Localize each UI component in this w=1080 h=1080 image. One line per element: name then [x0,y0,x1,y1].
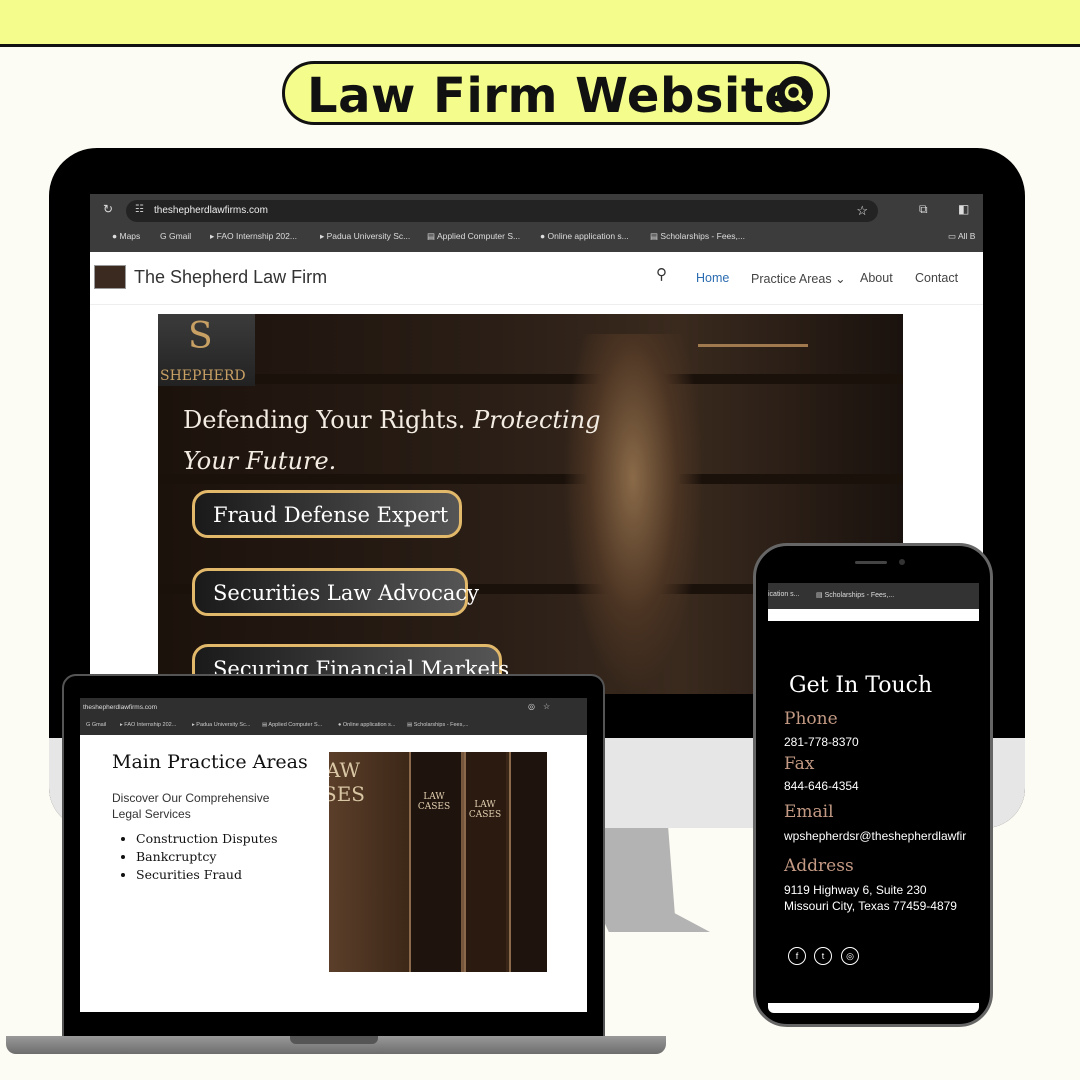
book-label-3: AW SES [329,758,366,806]
extensions-icon[interactable]: ⧉ [919,202,928,217]
book-label-2: LAW CASES [468,800,502,820]
laptop-screen: theshepherdlawfirms.com ◎ ☆ G Gmail ▸ FA… [80,698,587,1012]
site-logo[interactable] [94,265,126,289]
practice-list: Construction Disputes Bankcruptcy Securi… [96,830,278,884]
logo-text: SHEPHERD [160,368,246,384]
phone-speaker [855,561,887,564]
phone-number[interactable]: 281-778-8370 [784,735,859,749]
fraud-defense-button[interactable]: Fraud Defense Expert [192,490,462,538]
address-bar[interactable]: ☷ theshepherdlawfirms.com ☆ [126,200,878,222]
phone-bookmarks-bar: ication s... ▤ Scholarships - Fees,... [768,583,979,609]
scales-icon [698,344,808,497]
bookmark-all[interactable]: ▭ All B [948,231,975,242]
practice-item-bankruptcy[interactable]: Bankcruptcy [136,848,278,866]
phone-white-strip [768,609,979,621]
law-books-image: LAW CASES LAW CASES AW SES [329,752,547,972]
phone-label: Phone [784,709,838,729]
url-text: theshepherdlawfirms.com [154,205,268,216]
bookmark-online[interactable]: ● Online application s... [540,231,629,241]
phone-notch [813,553,933,573]
monitor-stand [600,828,710,932]
site-navbar: The Shepherd Law Firm ⚲ Home Practice Ar… [90,252,983,305]
address-label: Address [784,856,854,876]
laptop-bookmark-applied[interactable]: ▤ Applied Computer S... [262,722,322,728]
bookmark-maps[interactable]: ● Maps [112,231,140,241]
bookmark-gmail[interactable]: G Gmail [160,231,191,241]
bookmark-scholarships[interactable]: ▤ Scholarships - Fees,... [650,231,745,242]
securities-law-button[interactable]: Securities Law Advocacy [192,568,479,616]
phone-camera [899,559,905,565]
address-line2: Missouri City, Texas 77459-4879 [784,899,957,913]
reload-icon[interactable]: ↻ [103,202,113,216]
nav-home[interactable]: Home [696,271,729,285]
laptop-bookmark-online[interactable]: ● Online application s... [338,722,395,728]
laptop-notch [290,1036,378,1044]
address-line1: 9119 Highway 6, Suite 230 [784,883,927,897]
bookmark-padua[interactable]: ▸ Padua University Sc... [320,231,410,242]
laptop-bookmark-padua[interactable]: ▸ Padua University Sc... [192,722,250,728]
top-banner-strip [0,0,1080,47]
search-icon[interactable]: ⚲ [656,265,667,283]
nav-contact[interactable]: Contact [915,271,958,285]
contact-heading: Get In Touch [789,673,933,698]
page-title: Law Firm Website [307,68,798,124]
title-pill: Law Firm Website [282,61,830,125]
book-label-1: LAW CASES [417,792,451,812]
practice-item-securities[interactable]: Securities Fraud [136,866,278,884]
phone-bookmark-online[interactable]: ication s... [768,591,800,598]
visibility-off-icon[interactable]: ◎ [528,702,535,711]
phone-bookmark-scholarships[interactable]: ▤ Scholarships - Fees,... [816,591,894,599]
bookmark-applied[interactable]: ▤ Applied Computer S... [427,231,520,242]
bookmark-fao[interactable]: ▸ FAO Internship 202... [210,231,297,242]
facebook-icon[interactable]: f [788,947,806,965]
instagram-icon[interactable]: ◎ [841,947,859,965]
lady-justice-statue [563,334,703,694]
laptop-url-text[interactable]: theshepherdlawfirms.com [83,704,157,711]
logo-emblem-icon: S [188,316,213,357]
browser-chrome: ↻ ☷ theshepherdlawfirms.com ☆ ⧉ ◧ ● Maps… [90,194,983,252]
practice-subheading: Discover Our Comprehensive Legal Service… [112,791,270,821]
practice-heading: Main Practice Areas [112,751,308,773]
sidepanel-icon[interactable]: ◧ [958,202,969,216]
nav-practice-areas[interactable]: Practice Areas ⌄ [751,271,846,286]
fax-label: Fax [784,754,815,774]
bookmark-star-icon[interactable]: ☆ [543,702,550,711]
laptop-bookmark-scholarships[interactable]: ▤ Scholarships - Fees,... [407,722,468,728]
bookmark-star-icon[interactable]: ☆ [856,203,868,219]
laptop-browser-chrome: theshepherdlawfirms.com ◎ ☆ G Gmail ▸ FA… [80,698,587,735]
hero-headline-line1: Defending Your Rights. Protecting [183,406,601,434]
site-info-icon[interactable]: ☷ [135,204,144,215]
site-title[interactable]: The Shepherd Law Firm [134,267,327,288]
laptop-bookmark-gmail[interactable]: G Gmail [86,722,106,728]
phone-screen: ication s... ▤ Scholarships - Fees,... G… [768,557,979,1013]
twitter-icon[interactable]: t [814,947,832,965]
laptop-bookmark-fao[interactable]: ▸ FAO Internship 202... [120,722,176,728]
hero-headline-line2: Your Future. [183,447,337,475]
search-icon [777,76,813,112]
email-address[interactable]: wpshepherdsr@theshepherdlawfir [784,829,966,843]
email-label: Email [784,802,834,822]
phone-bottom-strip [768,1003,979,1013]
fax-number: 844-646-4354 [784,779,859,793]
practice-item-construction[interactable]: Construction Disputes [136,830,278,848]
chevron-down-icon: ⌄ [835,272,846,286]
nav-about[interactable]: About [860,271,893,285]
hero-logo: S SHEPHERD [158,314,255,386]
